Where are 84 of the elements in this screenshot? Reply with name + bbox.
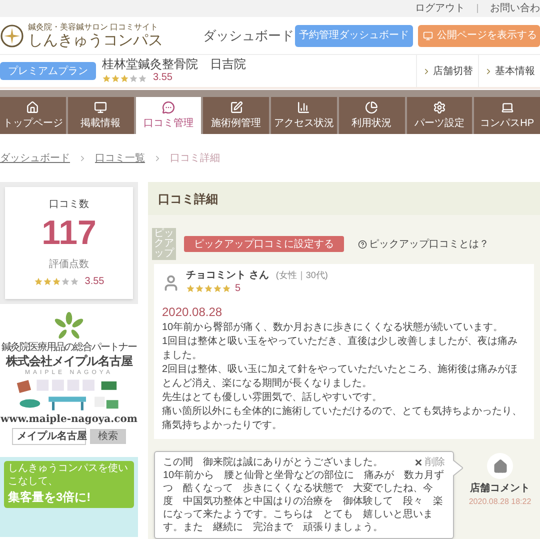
monitor-icon <box>94 100 108 114</box>
nav-tab[interactable]: コンパスHP <box>474 97 540 134</box>
help-icon <box>358 240 367 248</box>
star-icon <box>52 276 61 286</box>
rating-value: 3.55 <box>153 72 172 85</box>
home-icon <box>492 458 508 474</box>
clinic-name: 桂林堂鍼灸整骨院 日吉院 <box>102 57 246 72</box>
leaf-logo-icon <box>53 312 85 342</box>
window-icon <box>423 30 433 40</box>
compass-logo-icon <box>0 24 24 48</box>
star-icon <box>60 276 70 286</box>
star-icon <box>138 74 147 83</box>
nav-tab[interactable]: 施術例管理 <box>203 97 269 134</box>
review-text: 10年前から臀部が痛く、数か月おきに歩きにくくなる状態が続いています。 <box>162 321 504 335</box>
home-icon <box>26 100 40 114</box>
user-avatar-icon <box>162 274 180 292</box>
star-icon <box>213 284 222 294</box>
star-icon <box>222 284 231 294</box>
comment-time: 2020.08.28 18:22 <box>468 496 532 508</box>
page-title: ダッシュボード <box>202 26 294 45</box>
logo-name: しんきゅうコンパス <box>28 33 164 48</box>
star-icon <box>111 74 120 83</box>
star-icon <box>70 276 79 286</box>
review-text: 1回目は整体と吸い玉をやっていただき、直後は少し改善しましたが、夜は痛みました。 <box>162 335 519 363</box>
nav-tab[interactable]: 掲載情報 <box>68 97 134 134</box>
pickup-badge: ピックアップ <box>152 228 176 260</box>
ad-search-field[interactable]: メイプル名古屋 <box>12 428 86 445</box>
review-text: 2回目は整体、吸い玉に加えて針をやっていただいたところ、施術後は痛みがほとんど消え、楽になる期間が長くなりました。 <box>162 363 519 391</box>
pie-chart-icon <box>365 100 378 114</box>
chevron-icon <box>484 66 493 76</box>
header-link[interactable]: 基本情報 <box>478 55 540 87</box>
chat-bubble-icon <box>162 100 175 114</box>
ad-company: 株式会社メイプル名古屋 <box>6 354 132 369</box>
gear-icon <box>432 100 446 114</box>
reviewer-meta: (女性｜30代) <box>276 270 328 282</box>
pickup-help-link[interactable]: ピックアップ口コミとは？ <box>358 236 489 252</box>
review-date: 2020.08.28 <box>162 304 224 321</box>
logo-tagline: 鍼灸院・美容鍼サロン 口コミサイト <box>28 24 158 32</box>
comment-text: 10年前から 腰と仙骨と坐骨などの部位に 痛みが 数カ月ずつ 酷くなって 歩きにくくなる状態で 大変でしたね、今度 中国気功整体と中国はりの治療を 御体験して 段々 楽になって来たようです。こちらは とても 嬉しいと思います。また 継続に 完治まで 頑張りましょう。 <box>163 469 445 534</box>
chevron-icon <box>78 154 87 162</box>
chevron-icon <box>153 154 162 162</box>
review-count: 117 <box>42 213 96 254</box>
current-page-label: 口コミ詳細 <box>170 152 220 166</box>
rating-value: 3.55 <box>84 274 104 288</box>
top-link[interactable]: お問い合わ <box>490 1 540 16</box>
promo-headline: 集客量を3倍に! <box>8 489 92 506</box>
comment-label: 店舗コメント <box>470 481 530 496</box>
panel-title: 口コミ詳細 <box>158 190 218 208</box>
chevron-icon <box>422 66 431 76</box>
review-text: 痛い箇所以外にも全体的に施術していただけるので、とても気持ちよかったり、痛気持ちよかったりです。 <box>162 405 523 433</box>
ad-url[interactable]: www.maiple-nagoya.com <box>0 412 138 427</box>
delete-button[interactable]: 削除 <box>414 456 445 469</box>
ad-tagline: 鍼灸院医療用品の総合パートナー <box>2 342 136 354</box>
comment-greeting: この間 御来院は誠にありがとうございました。 <box>163 456 383 469</box>
edit-icon <box>230 100 243 114</box>
breadcrumb-link[interactable]: ダッシュボード <box>0 150 70 166</box>
star-icon <box>34 276 43 286</box>
reviewer-name: チョコミント さん <box>186 270 269 282</box>
nav-tab[interactable]: 口コミ管理 <box>136 97 202 134</box>
star-icon <box>129 74 138 83</box>
top-link[interactable]: ログアウト <box>415 1 465 16</box>
bar-chart-icon <box>297 100 310 114</box>
header-link[interactable]: 店舗切替 <box>416 55 478 87</box>
nav-tab[interactable]: トップページ <box>0 97 66 134</box>
star-icon <box>186 284 195 294</box>
review-score: 5 <box>235 282 241 295</box>
rating-label: 評価点数 <box>49 258 89 272</box>
nav-tab[interactable]: 利用状況 <box>338 97 404 134</box>
nav-tab[interactable]: パーツ設定 <box>406 97 472 134</box>
pickup-button[interactable]: ピックアップ口コミに設定する <box>184 236 344 252</box>
star-icon <box>120 74 129 83</box>
star-icon <box>195 284 204 294</box>
breadcrumb-link[interactable]: 口コミ一覧 <box>95 150 145 166</box>
star-icon <box>42 276 52 286</box>
close-icon <box>414 458 423 467</box>
plan-badge: プレミアムプラン <box>0 62 96 80</box>
laptop-icon <box>500 100 514 114</box>
review-text: 先生はとても優しい雰囲気で、話しやすいです。 <box>162 391 383 405</box>
promo-text: しんきゅうコンパスを使いこなして、 <box>8 463 129 488</box>
count-label: 口コミ数 <box>49 198 89 212</box>
ad-search-button[interactable]: 検索 <box>90 429 126 444</box>
star-icon <box>102 74 111 83</box>
star-icon <box>204 284 213 294</box>
nav-tab[interactable]: アクセス状況 <box>271 97 337 134</box>
